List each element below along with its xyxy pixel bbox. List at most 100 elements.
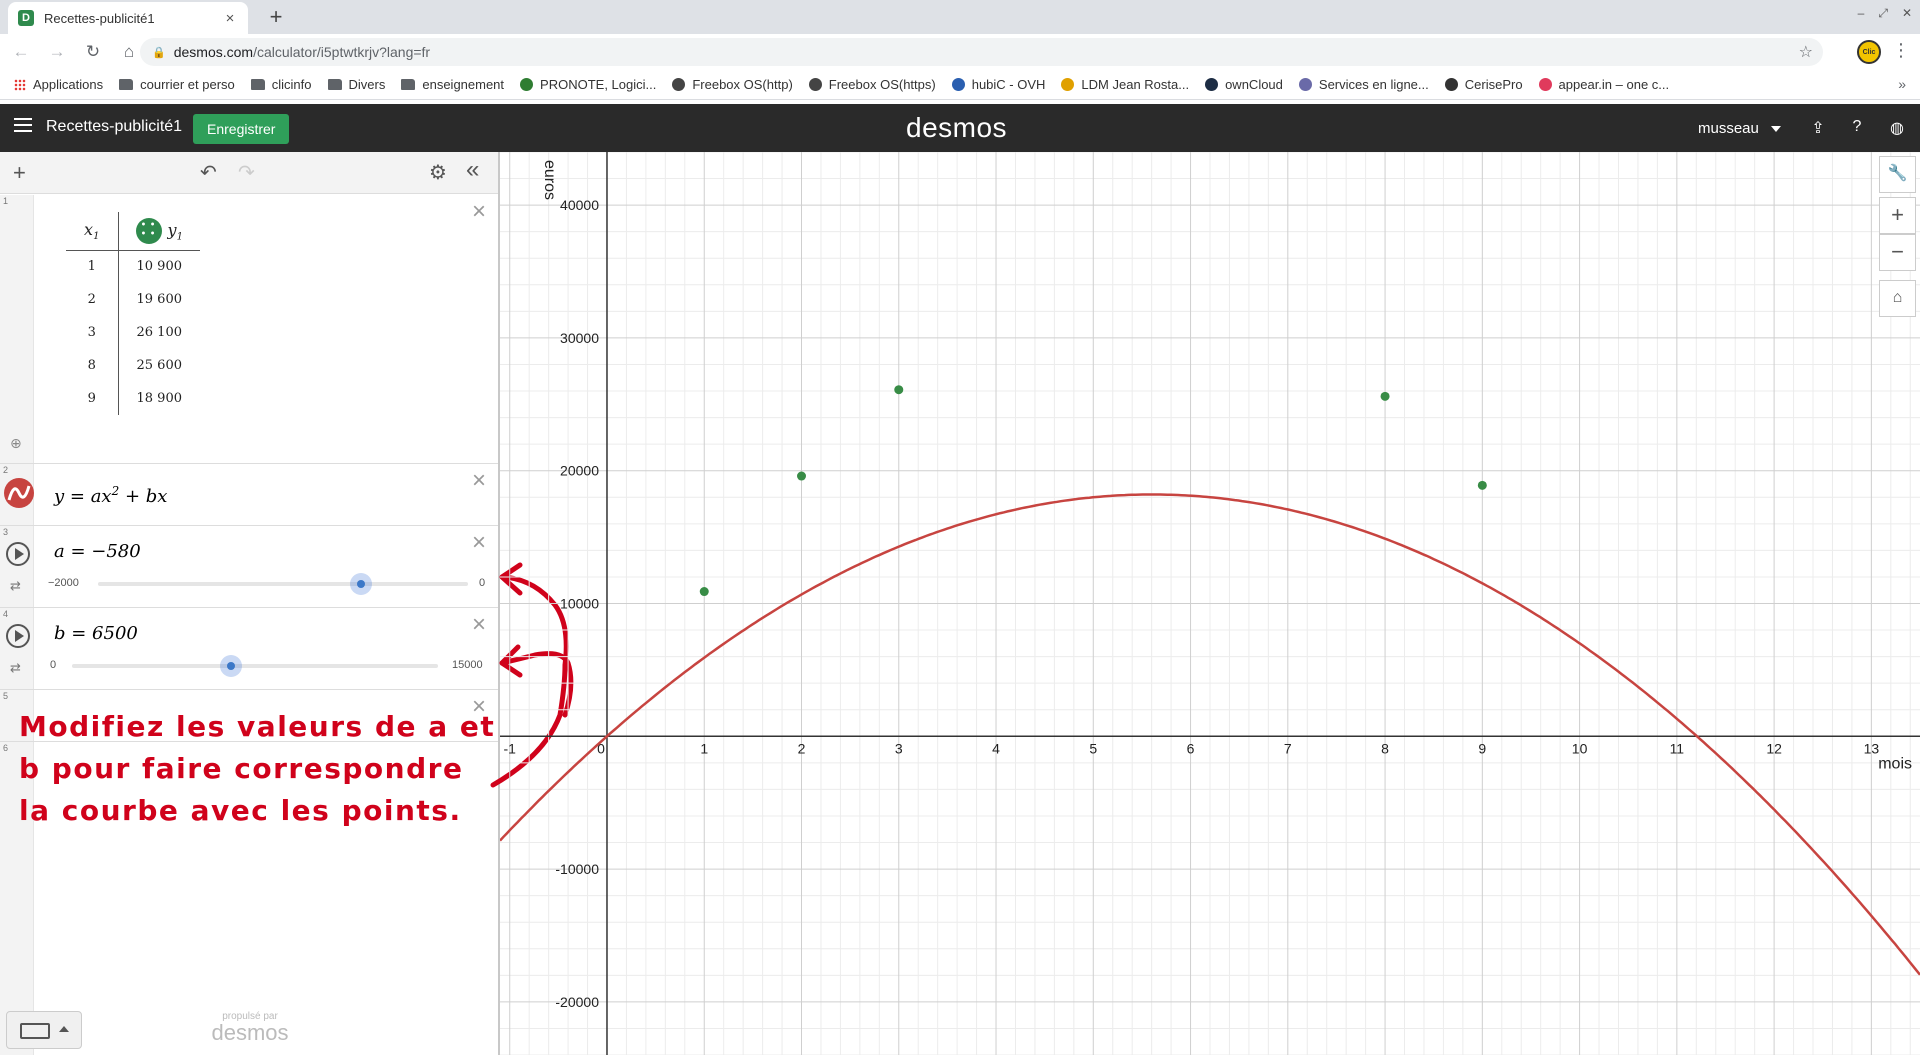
curve-color-icon[interactable] bbox=[4, 478, 34, 508]
table-header-x[interactable]: x1 bbox=[66, 212, 119, 251]
bookmark-item[interactable]: enseignement bbox=[401, 77, 504, 92]
back-arrow-icon[interactable]: ← bbox=[6, 37, 36, 67]
bookmark-item[interactable]: LDM Jean Rosta... bbox=[1061, 77, 1189, 92]
table-cell[interactable]: 10 900 bbox=[118, 250, 200, 283]
bookmark-item[interactable]: PRONOTE, Logici... bbox=[520, 77, 656, 92]
loop-icon[interactable]: ⇄ bbox=[10, 660, 21, 676]
user-menu[interactable]: musseau bbox=[1698, 120, 1759, 137]
bookmark-item[interactable]: Applications bbox=[14, 77, 103, 92]
minimize-icon[interactable]: ‒ bbox=[1858, 6, 1865, 21]
expression-number: 6 bbox=[3, 743, 9, 753]
wave-icon bbox=[7, 485, 31, 501]
delete-row-4-icon[interactable]: × bbox=[472, 613, 486, 637]
x-tick-label: -1 bbox=[503, 740, 516, 756]
tab-close-icon[interactable]: × bbox=[222, 10, 238, 27]
table-cell[interactable]: 3 bbox=[66, 316, 119, 349]
table-cell[interactable]: 25 600 bbox=[118, 349, 200, 382]
slider-a-min[interactable]: −2000 bbox=[48, 577, 79, 589]
slider-a-max[interactable]: 0 bbox=[479, 577, 485, 589]
desmos-favicon: D bbox=[18, 10, 34, 26]
bookmark-item[interactable]: hubiC - OVH bbox=[951, 77, 1045, 92]
table-cell[interactable]: 9 bbox=[66, 382, 119, 415]
close-window-icon[interactable]: ✕ bbox=[1902, 6, 1912, 21]
table-cell[interactable]: 8 bbox=[66, 349, 119, 382]
bookmark-item[interactable]: Freebox OS(http) bbox=[672, 77, 793, 92]
user-caret-icon[interactable] bbox=[1771, 126, 1781, 132]
bookmark-item[interactable]: clicinfo bbox=[250, 77, 312, 92]
slider-b-max[interactable]: 15000 bbox=[452, 659, 483, 671]
extension-icon[interactable]: Clic bbox=[1857, 40, 1881, 64]
table-cell[interactable]: 26 100 bbox=[118, 316, 200, 349]
help-icon[interactable]: ? bbox=[1847, 118, 1867, 138]
bookmark-label: Freebox OS(http) bbox=[692, 77, 793, 92]
table-header-y[interactable]: y1 bbox=[118, 212, 200, 251]
bookmark-item[interactable]: Divers bbox=[327, 77, 385, 92]
lock-icon: 🔒 bbox=[152, 46, 166, 59]
slider-a-expression[interactable]: a = −580 bbox=[54, 541, 141, 562]
zoom-out-icon[interactable]: − bbox=[1879, 234, 1916, 271]
data-table[interactable]: x1 y1 110 900 219 600 326 100 825 600 91… bbox=[66, 212, 200, 415]
delete-row-1-icon[interactable]: × bbox=[472, 200, 486, 224]
forward-arrow-icon[interactable]: → bbox=[42, 37, 72, 67]
bookmark-item[interactable]: CerisePro bbox=[1444, 77, 1523, 92]
expression-number: 1 bbox=[3, 196, 9, 206]
table-cell[interactable]: 19 600 bbox=[118, 283, 200, 316]
table-cell[interactable]: 18 900 bbox=[118, 382, 200, 415]
table-cell[interactable]: 2 bbox=[66, 283, 119, 316]
collapse-list-icon[interactable]: « bbox=[466, 156, 479, 184]
delete-row-2-icon[interactable]: × bbox=[472, 469, 486, 493]
bookmark-item[interactable]: Freebox OS(https) bbox=[808, 77, 936, 92]
hamburger-menu-icon[interactable] bbox=[14, 118, 32, 132]
add-item-icon[interactable]: + bbox=[13, 160, 26, 186]
browser-menu-icon[interactable]: ⋮ bbox=[1892, 40, 1910, 61]
slider-a-track[interactable] bbox=[98, 582, 468, 586]
slider-b-thumb[interactable] bbox=[219, 655, 242, 677]
bookmark-item[interactable]: ownCloud bbox=[1205, 77, 1283, 92]
browser-tab[interactable]: D Recettes-publicité1 × bbox=[8, 2, 248, 34]
share-icon[interactable]: ⇪ bbox=[1808, 118, 1828, 138]
slider-b-track[interactable] bbox=[72, 664, 438, 668]
zoom-in-icon[interactable]: + bbox=[1879, 197, 1916, 234]
delete-row-3-icon[interactable]: × bbox=[472, 531, 486, 555]
expression-number: 5 bbox=[3, 691, 9, 701]
more-bookmarks-icon[interactable]: » bbox=[1898, 76, 1906, 92]
bookmark-label: PRONOTE, Logici... bbox=[540, 77, 657, 92]
graph-title[interactable]: Recettes-publicité1 bbox=[46, 118, 182, 136]
appearin-icon bbox=[1538, 78, 1552, 91]
equation-expression[interactable]: y = ax2 + bx bbox=[54, 484, 167, 507]
settings-gear-icon[interactable]: ⚙ bbox=[429, 160, 447, 185]
expression-toolbar: + ↶ ↷ ⚙ « bbox=[0, 152, 498, 194]
x-tick-label: 11 bbox=[1670, 740, 1685, 756]
keyboard-icon bbox=[20, 1023, 50, 1039]
globe-icon[interactable]: ◍ bbox=[1887, 118, 1907, 138]
x-tick-label: 4 bbox=[992, 740, 1000, 756]
play-slider-b-icon[interactable] bbox=[6, 624, 30, 648]
slider-b-expression[interactable]: b = 6500 bbox=[54, 623, 138, 644]
restore-icon[interactable]: ⤢ bbox=[1878, 6, 1888, 21]
slider-a-thumb[interactable] bbox=[349, 573, 372, 595]
home-view-icon[interactable]: ⌂ bbox=[1879, 280, 1916, 317]
zoom-fit-icon[interactable]: ⊕ bbox=[10, 435, 22, 452]
freebox-icon bbox=[808, 78, 822, 91]
save-button[interactable]: Enregistrer bbox=[193, 114, 290, 144]
url-bar[interactable]: 🔒 desmos.com /calculator/i5ptwtkrjv?lang… bbox=[140, 38, 1823, 66]
loop-icon[interactable]: ⇄ bbox=[10, 578, 21, 594]
bookmarks-bar: Applications courrier et perso clicinfo Div… bbox=[0, 70, 1920, 100]
reload-icon[interactable]: ↻ bbox=[78, 37, 108, 67]
wrench-icon[interactable]: 🔧 bbox=[1879, 156, 1916, 193]
undo-icon[interactable]: ↶ bbox=[200, 160, 217, 185]
bookmark-item[interactable]: appear.in – one c... bbox=[1538, 77, 1669, 92]
bookmark-star-icon[interactable]: ☆ bbox=[1799, 42, 1813, 62]
graph-canvas[interactable]: -1 0 1 2 3 4 5 6 7 8 9 10 11 12 13-20000-1000010000200… bbox=[500, 152, 1920, 1055]
play-slider-a-icon[interactable] bbox=[6, 542, 30, 566]
point-style-icon[interactable] bbox=[135, 217, 162, 244]
bookmark-item[interactable]: Services en ligne... bbox=[1298, 77, 1429, 92]
tab-strip: D Recettes-publicité1 × + ‒ ⤢ ✕ bbox=[0, 0, 1920, 34]
keyboard-toggle-button[interactable] bbox=[6, 1011, 82, 1049]
table-cell[interactable]: 1 bbox=[66, 250, 119, 283]
redo-icon[interactable]: ↷ bbox=[238, 160, 255, 185]
bookmark-item[interactable]: courrier et perso bbox=[119, 77, 235, 92]
graph-paper[interactable]: -1 0 1 2 3 4 5 6 7 8 9 10 11 12 13 -20000 -10000 10000 200… bbox=[500, 152, 1920, 1055]
slider-b-min[interactable]: 0 bbox=[50, 659, 56, 671]
new-tab-button[interactable]: + bbox=[262, 4, 290, 30]
